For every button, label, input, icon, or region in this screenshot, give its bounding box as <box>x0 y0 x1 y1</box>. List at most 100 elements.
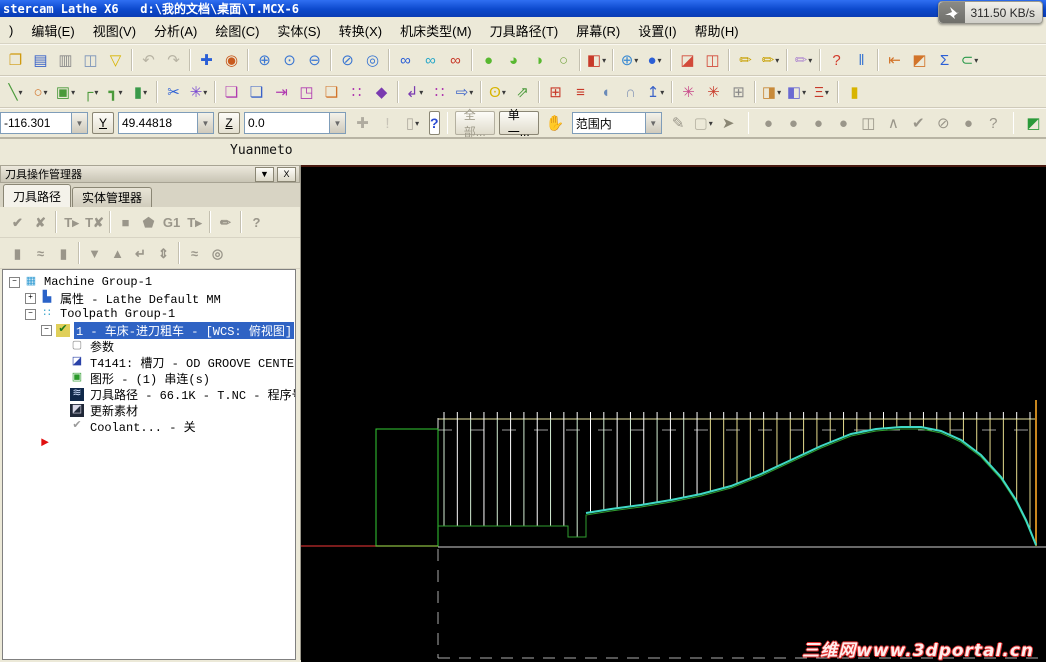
box-up-icon-dropdown[interactable]: ▾ <box>660 88 664 97</box>
menu-item-4[interactable]: 绘图(C) <box>206 19 268 42</box>
sketch-cylinder-icon[interactable]: ▮▾ <box>128 80 153 104</box>
box-up-icon[interactable]: ↥▾ <box>643 80 668 104</box>
clipboard-icon-dropdown[interactable]: ▾ <box>415 119 419 128</box>
dynamic-rotate-icon[interactable]: ◉ <box>219 48 244 72</box>
graphics-canvas[interactable]: 三维网www.3dportal.cn <box>301 165 1046 662</box>
xform-project-icon[interactable]: ◆ <box>369 80 394 104</box>
delete-duplicates-icon-dropdown[interactable]: ▾ <box>775 56 779 65</box>
autocursor-help-button[interactable]: ? <box>429 111 440 135</box>
panel-collapse-button[interactable]: ▼ <box>255 167 274 182</box>
sketch-line-icon-dropdown[interactable]: ▾ <box>19 88 23 97</box>
tree-expander-expand[interactable]: + <box>25 293 36 304</box>
xform-scale-icon[interactable]: ❏ <box>319 80 344 104</box>
filter-all-icon[interactable]: ● <box>956 111 981 135</box>
xform-offset-icon[interactable]: ⇥ <box>269 80 294 104</box>
select-last-icon[interactable]: ✋ <box>543 111 568 135</box>
tree-item-operation-1[interactable]: −✔1 - 车床-进刀粗车 - [WCS: 俯视图] <box>3 322 295 338</box>
y-coordinate-combo[interactable]: ▼ <box>118 112 214 134</box>
verify-icon-dropdown[interactable]: ▾ <box>777 88 781 97</box>
gview-globe-icon-dropdown[interactable]: ▾ <box>634 56 638 65</box>
filter-circle-3-icon[interactable]: ● <box>831 111 856 135</box>
select-all-button[interactable]: 全部... <box>455 111 495 135</box>
menu-item-10[interactable]: 设置(I) <box>629 19 685 42</box>
analyze-dynamic-icon[interactable]: ∞ <box>418 48 443 72</box>
solid-cube-outline-icon[interactable]: ◫ <box>700 48 725 72</box>
copy-operation-icon[interactable]: ◎ <box>206 241 229 265</box>
backplot-cube-icon[interactable]: ◧▾ <box>584 48 609 72</box>
tree-item-properties-lathe[interactable]: +▙属性 - Lathe Default MM <box>3 290 295 306</box>
wireframe-box-icon[interactable]: ⊞ <box>726 80 751 104</box>
filter-cube-icon[interactable]: ◫ <box>856 111 881 135</box>
fast-point-icon[interactable]: ! <box>375 111 400 135</box>
selection-range-combo[interactable]: ▼ <box>572 112 662 134</box>
selection-range-dropdown-icon[interactable]: ▼ <box>645 113 661 133</box>
tree-expander-collapse[interactable]: − <box>25 309 36 320</box>
menu-item-3[interactable]: 分析(A) <box>145 19 206 42</box>
light-bulb-icon[interactable]: ʘ▾ <box>485 80 510 104</box>
cursor-arrow-icon[interactable]: ➤ <box>716 111 741 135</box>
sketch-polyline-icon-dropdown[interactable]: ▾ <box>119 88 123 97</box>
filter-none-icon[interactable]: ⊘ <box>931 111 956 135</box>
update-screen-icon[interactable]: ⇗ <box>510 80 535 104</box>
delete-duplicates-icon[interactable]: ✏▾ <box>758 48 783 72</box>
rows-red-icon[interactable]: ≡ <box>568 80 593 104</box>
z-coordinate-combo[interactable]: ▼ <box>244 112 346 134</box>
select-single-button[interactable]: 单一... <box>499 111 539 135</box>
menu-item-8[interactable]: 刀具路径(T) <box>481 19 568 42</box>
filter-icon[interactable]: ▽ <box>103 48 128 72</box>
zoom-in-out-icon[interactable]: ⊖ <box>302 48 327 72</box>
shade-partial-icon[interactable]: ◕ <box>501 48 526 72</box>
move-arrow-icon[interactable]: ⇨▾ <box>452 80 477 104</box>
layer-sphere-icon[interactable]: ●▾ <box>642 48 667 72</box>
z-coordinate-dropdown-icon[interactable]: ▼ <box>329 113 345 133</box>
menu-item-7[interactable]: 机床类型(M) <box>391 19 481 42</box>
analyze-stats-icon[interactable]: ‖ <box>849 48 874 72</box>
sketch-fillet-icon-dropdown[interactable]: ▾ <box>94 88 98 97</box>
save-icon[interactable]: ▤ <box>28 48 53 72</box>
xform-mirror-icon[interactable]: ❏ <box>244 80 269 104</box>
y-coordinate-dropdown-icon[interactable]: ▼ <box>197 113 213 133</box>
shade-half-icon[interactable]: ◑ <box>526 48 551 72</box>
pan-icon[interactable]: ✚ <box>194 48 219 72</box>
y-coordinate-button[interactable]: Y <box>92 112 114 134</box>
tree-item-tool-t4141[interactable]: ◪T4141: 槽刀 - OD GROOVE CENTER <box>3 354 295 370</box>
redo-icon[interactable]: ↷ <box>161 48 186 72</box>
layer-sphere-icon-dropdown[interactable]: ▾ <box>658 56 662 65</box>
lock-posting-icon[interactable]: ▮ <box>52 241 75 265</box>
y-coordinate-input[interactable] <box>119 113 197 133</box>
print-icon[interactable]: ▥ <box>53 48 78 72</box>
analyze-position-icon[interactable]: ∞ <box>393 48 418 72</box>
panel-help-icon[interactable]: ? <box>245 210 268 234</box>
z-coordinate-input[interactable] <box>245 113 329 133</box>
operations-tree[interactable]: −▦Machine Group-1+▙属性 - Lathe Default MM… <box>2 269 296 660</box>
trim-entity-icon[interactable]: ✂ <box>161 80 186 104</box>
sketch-arc-icon-dropdown[interactable]: ▾ <box>44 88 48 97</box>
machine-sim1-icon[interactable]: ✳ <box>676 80 701 104</box>
sketch-cylinder-icon-dropdown[interactable]: ▾ <box>143 88 147 97</box>
tab-toolpaths[interactable]: 刀具路径 <box>3 184 71 207</box>
z-coordinate-button[interactable]: Z <box>218 112 240 134</box>
tree-item-coolant[interactable]: ✔Coolant... - 关 <box>3 418 295 434</box>
selection-range-value[interactable] <box>573 113 645 133</box>
analyze-distance-icon[interactable]: ? <box>824 48 849 72</box>
unselect-all-toolpaths-icon[interactable]: T✘ <box>83 210 106 234</box>
analyze-chain-icon[interactable]: ∞ <box>443 48 468 72</box>
shade-wireframe-icon[interactable]: ○ <box>551 48 576 72</box>
x-coordinate-input[interactable] <box>1 113 71 133</box>
menu-item-11[interactable]: 帮助(H) <box>686 19 748 42</box>
gcode-export-icon-dropdown[interactable]: ▾ <box>974 56 978 65</box>
gcode-export-icon[interactable]: ⊂▾ <box>957 48 982 72</box>
select-verify-icon[interactable]: ✎ <box>666 111 691 135</box>
tree-item-stock-update[interactable]: ◩更新素材 <box>3 402 295 418</box>
undelete-icon[interactable]: ✏▾ <box>791 48 816 72</box>
panel-close-button[interactable]: X <box>277 167 296 182</box>
create-point-icon[interactable]: ✳▾ <box>186 80 211 104</box>
select-all-operations-icon[interactable]: ✔ <box>6 210 29 234</box>
simulate-icon-dropdown[interactable]: ▾ <box>802 88 806 97</box>
pattern-grid-icon[interactable]: ∷ <box>427 80 452 104</box>
menu-item-5[interactable]: 实体(S) <box>268 19 329 42</box>
create-point-icon-dropdown[interactable]: ▾ <box>203 88 207 97</box>
trim-toolpath-icon[interactable]: ≈ <box>183 241 206 265</box>
menu-item-2[interactable]: 视图(V) <box>84 19 145 42</box>
simulate-icon[interactable]: ◧▾ <box>784 80 809 104</box>
